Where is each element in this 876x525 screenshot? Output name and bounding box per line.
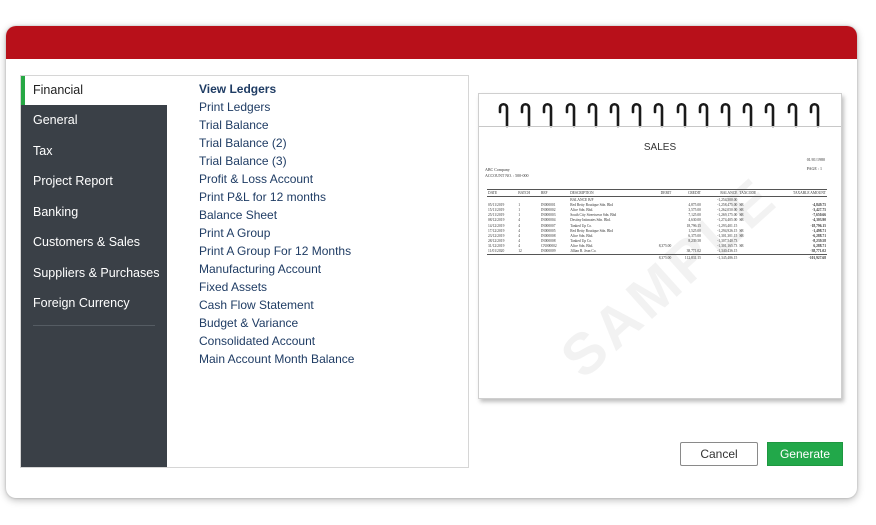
spiral-ring (808, 102, 822, 128)
ledger-column-header: BATCH (517, 189, 540, 197)
ledger-cell (539, 254, 570, 261)
report-item-print-ledgers[interactable]: Print Ledgers (199, 98, 459, 116)
report-item-manufacturing-account[interactable]: Manufacturing Account (199, 260, 459, 278)
ledger-cell: 8,375.00 (648, 254, 673, 261)
notepad-top-edge (479, 126, 841, 127)
ledger-column-header: CREDIT (672, 189, 702, 197)
dialog-header-bar (6, 26, 857, 59)
ledger-column-header: REF (539, 189, 570, 197)
preview-account-no: ACCOUNT NO. : 500-000 (485, 173, 529, 178)
spiral-ring (652, 102, 666, 128)
ledger-cell (569, 254, 649, 261)
report-item-print-pl-12-months[interactable]: Print P&L for 12 months (199, 188, 459, 206)
ledger-column-header: DATE (487, 189, 518, 197)
report-item-consolidated-account[interactable]: Consolidated Account (199, 332, 459, 350)
spiral-ring (763, 102, 777, 128)
report-preview-notepad: SAMPLE SALES ABC Company ACCOUNT NO. : 5… (478, 93, 842, 399)
report-item-main-account-month-balance[interactable]: Main Account Month Balance (199, 350, 459, 368)
spiral-ring (497, 102, 511, 128)
report-item-trial-balance-2[interactable]: Trial Balance (2) (199, 134, 459, 152)
sidebar-item-general[interactable]: General (21, 105, 167, 136)
ledger-cell: -1,345,486.15 (701, 254, 739, 261)
ledger-cell (517, 254, 540, 261)
report-item-print-a-group-12-months[interactable]: Print A Group For 12 Months (199, 242, 459, 260)
sidebar-item-financial[interactable]: Financial (21, 76, 167, 105)
generate-button[interactable]: Generate (767, 442, 843, 466)
preview-page: PAGE : 1 (806, 166, 822, 171)
report-list: View Ledgers Print Ledgers Trial Balance… (199, 80, 459, 368)
spiral-ring (519, 102, 533, 128)
preview-document: SALES ABC Company ACCOUNT NO. : 500-000 … (485, 134, 835, 261)
sidebar-item-foreign-currency[interactable]: Foreign Currency (21, 288, 167, 319)
ledger-column-header: DESCRIPTION (569, 189, 649, 197)
report-item-print-a-group[interactable]: Print A Group (199, 224, 459, 242)
report-item-balance-sheet[interactable]: Balance Sheet (199, 206, 459, 224)
spiral-ring (564, 102, 578, 128)
spiral-ring (719, 102, 733, 128)
spiral-ring (608, 102, 622, 128)
sidebar-item-customers-sales[interactable]: Customers & Sales (21, 227, 167, 258)
preview-meta: ABC Company ACCOUNT NO. : 500-000 01/01/… (485, 153, 835, 189)
sidebar-item-banking[interactable]: Banking (21, 197, 167, 228)
sidebar-item-tax[interactable]: Tax (21, 136, 167, 167)
preview-ledger-table: DATE BATCH REF DESCRIPTION DEBIT CREDIT BALANC… (487, 189, 827, 261)
report-item-view-ledgers[interactable]: View Ledgers (199, 80, 459, 98)
preview-title: SALES (643, 142, 677, 153)
report-item-budget-variance[interactable]: Budget & Variance (199, 314, 459, 332)
report-item-profit-loss[interactable]: Profit & Loss Account (199, 170, 459, 188)
ledger-column-header: BALANCE (701, 189, 739, 197)
spiral-ring (541, 102, 555, 128)
spiral-ring (741, 102, 755, 128)
category-sidebar: Financial General Tax Project Report Ban… (21, 76, 167, 467)
ledger-column-header: TAXABLE AMOUNT (769, 189, 827, 197)
report-item-cash-flow-statement[interactable]: Cash Flow Statement (199, 296, 459, 314)
report-selector-panel: Financial General Tax Project Report Ban… (20, 75, 469, 468)
spiral-ring (786, 102, 800, 128)
ledger-column-header: DEBIT (648, 189, 673, 197)
sidebar-item-project-report[interactable]: Project Report (21, 166, 167, 197)
sidebar-divider (33, 324, 155, 326)
ledger-cell (487, 254, 518, 261)
report-item-fixed-assets[interactable]: Fixed Assets (199, 278, 459, 296)
spiral-ring (697, 102, 711, 128)
ledger-cell: -101,927.68 (769, 254, 827, 261)
ledger-total-row: 8,375.00 112,831.15 -1,345,486.15 -101,927.… (487, 254, 827, 261)
ledger-column-header: TAXCODE (738, 189, 770, 197)
spiral-ring (586, 102, 600, 128)
report-item-trial-balance-3[interactable]: Trial Balance (3) (199, 152, 459, 170)
report-item-trial-balance[interactable]: Trial Balance (199, 116, 459, 134)
ledger-cell (738, 254, 770, 261)
sidebar-item-suppliers-purchases[interactable]: Suppliers & Purchases (21, 258, 167, 289)
spiral-ring (675, 102, 689, 128)
ledger-cell: 112,831.15 (672, 254, 702, 261)
spiral-ring (630, 102, 644, 128)
cancel-button[interactable]: Cancel (680, 442, 758, 466)
preview-date: 01/01/1980 (806, 157, 825, 162)
